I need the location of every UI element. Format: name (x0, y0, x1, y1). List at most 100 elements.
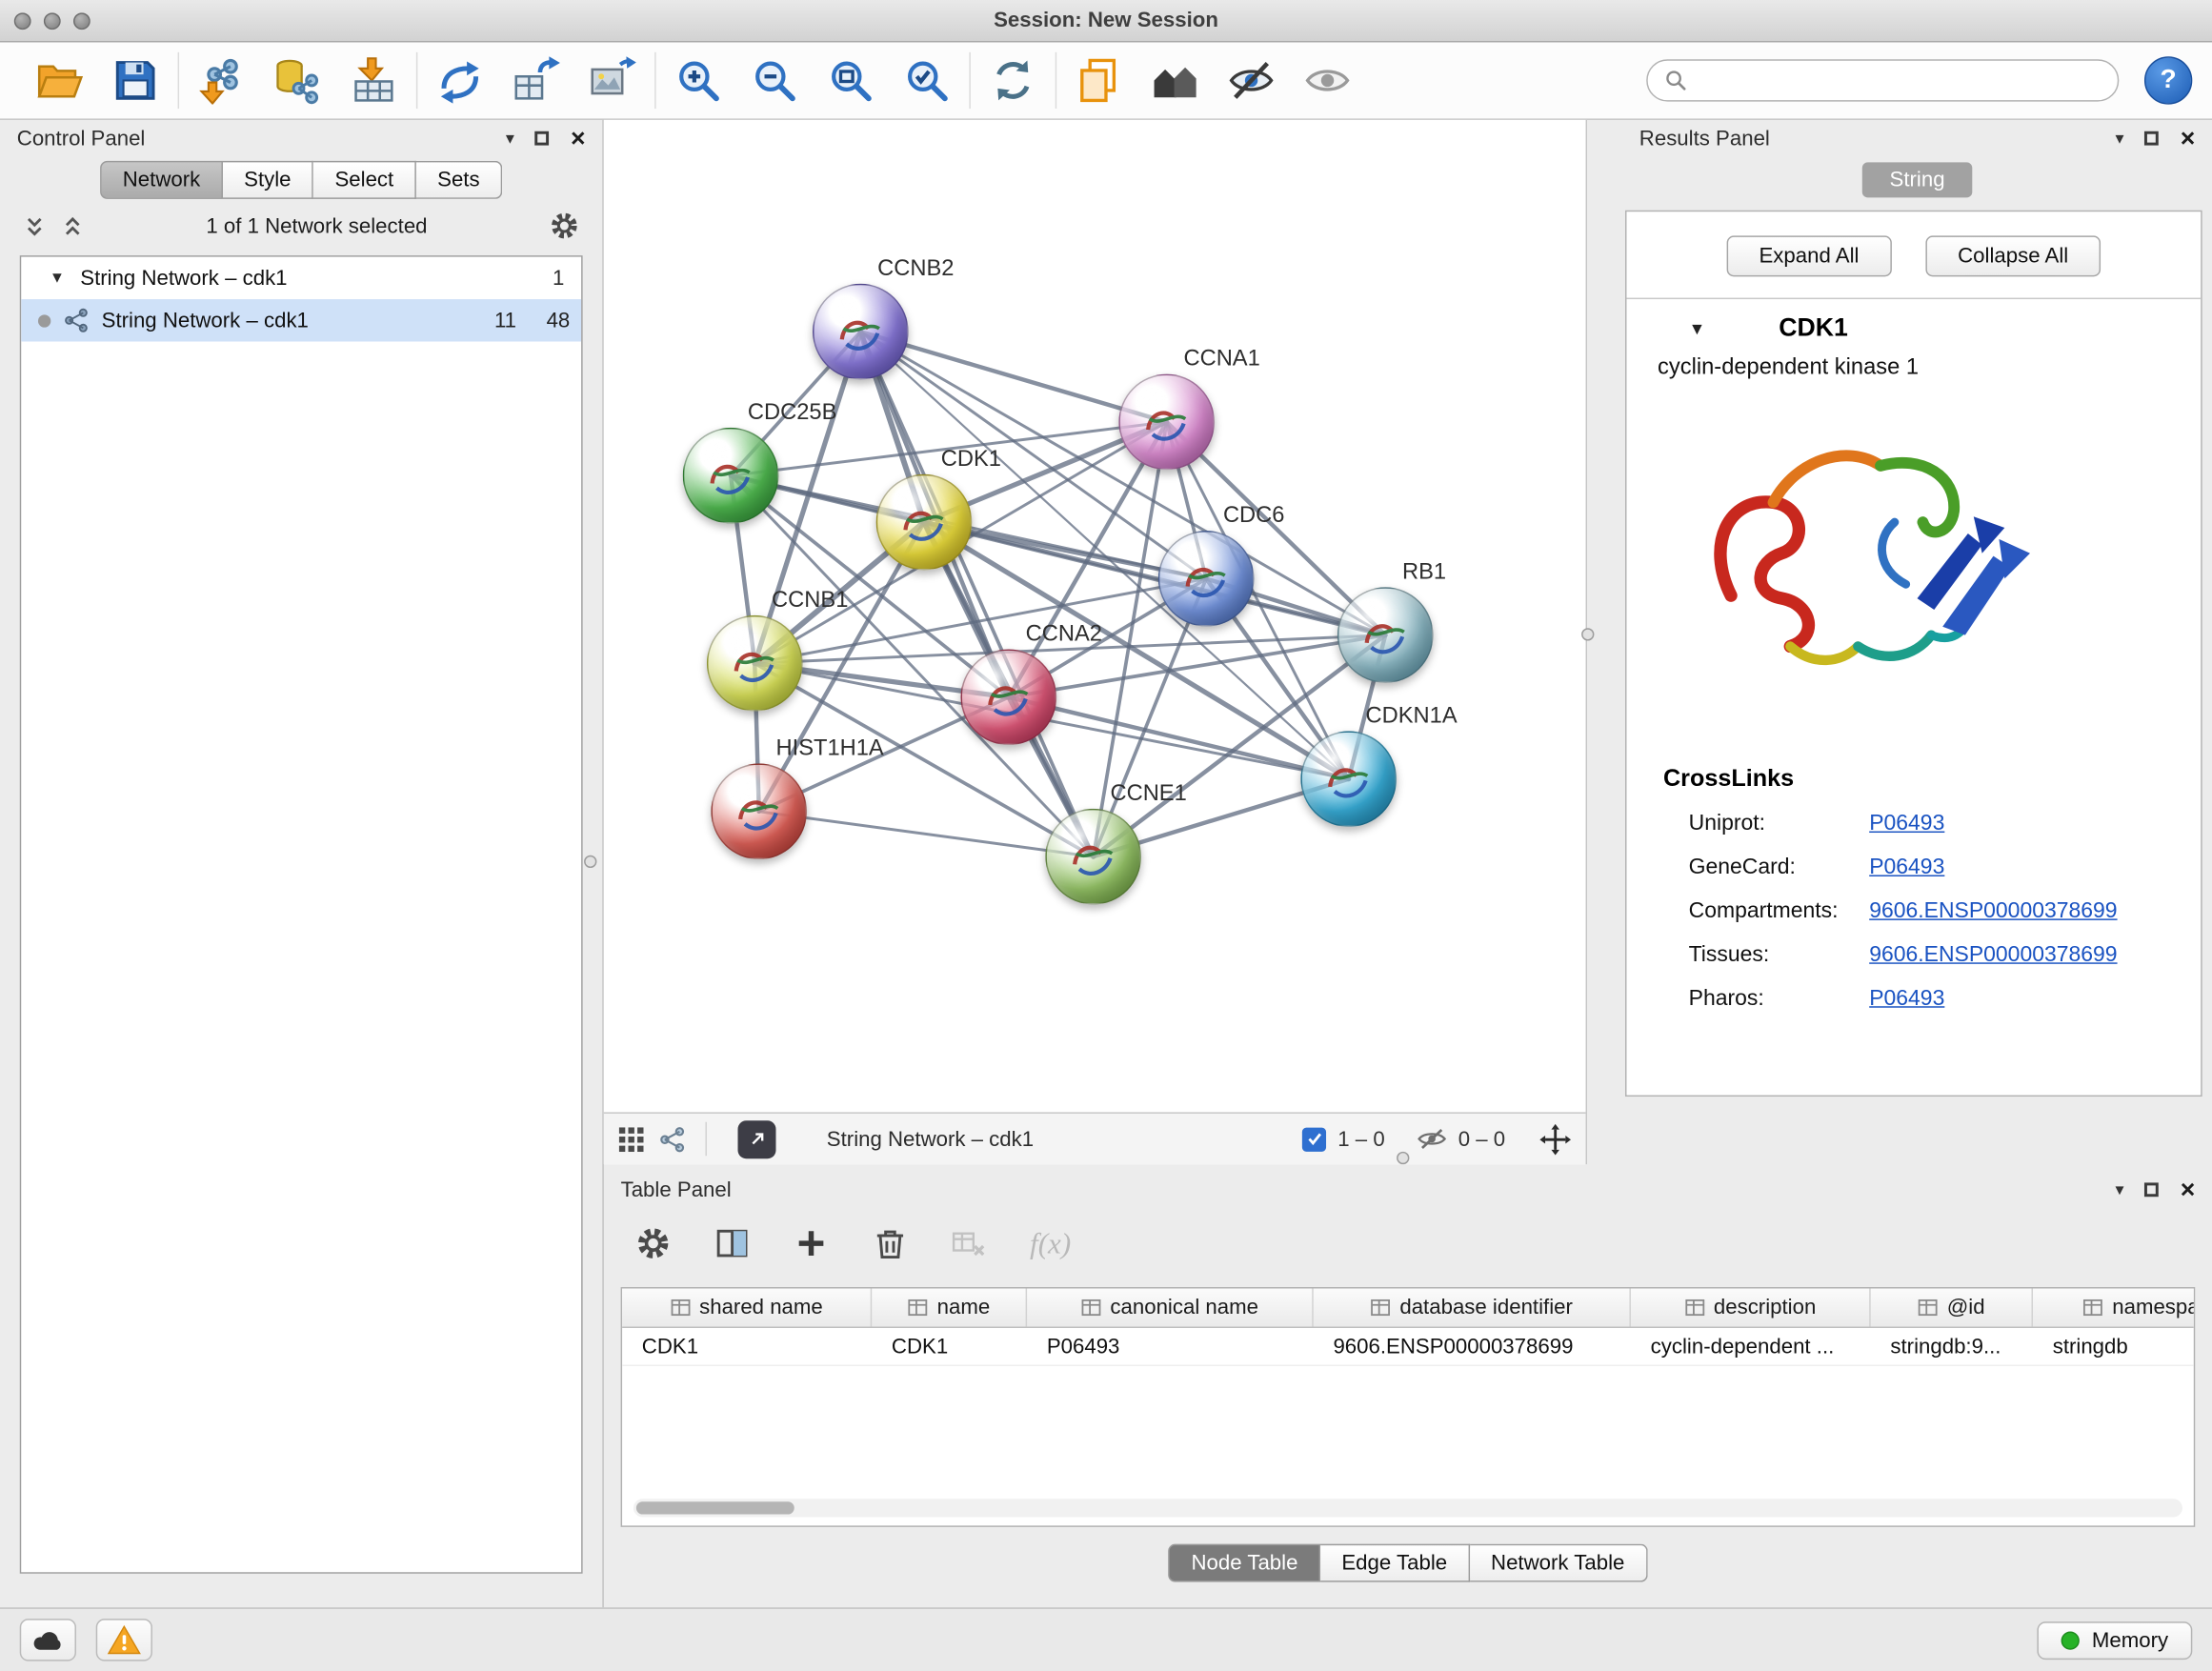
network-edge[interactable] (759, 812, 1094, 856)
panel-float-icon[interactable] (535, 131, 550, 146)
table-row[interactable]: CDK1CDK1P064939606.ENSP00000378699cyclin… (622, 1328, 2194, 1366)
network-node-cdc6[interactable] (1158, 531, 1255, 627)
crosslink-link[interactable]: 9606.ENSP00000378699 (1869, 898, 2117, 924)
tab-select[interactable]: Select (313, 161, 416, 199)
right-splitter-handle[interactable] (1581, 628, 1594, 640)
network-node-cdc25b[interactable] (683, 428, 779, 524)
help-button[interactable]: ? (2144, 56, 2192, 104)
expand-all-networks-icon[interactable] (61, 213, 85, 237)
panel-menu-icon[interactable]: ▾ (2116, 1181, 2124, 1198)
table-column-header[interactable]: database identifier (1314, 1289, 1631, 1327)
show-all-button[interactable] (1295, 50, 1359, 111)
hidden-eye-icon[interactable] (1416, 1123, 1447, 1155)
network-options-gear-icon[interactable] (549, 211, 580, 242)
memory-button[interactable]: Memory (2037, 1621, 2192, 1659)
panel-close-icon[interactable]: × (571, 126, 586, 151)
close-window-button[interactable] (14, 12, 31, 30)
vertical-splitter[interactable] (1587, 120, 1622, 1164)
table-cell[interactable]: stringdb (2033, 1328, 2195, 1365)
open-session-button[interactable] (27, 50, 91, 111)
import-network-file-button[interactable] (189, 50, 253, 111)
import-network-database-button[interactable] (265, 50, 330, 111)
network-overview-button[interactable] (659, 1125, 686, 1152)
minimize-window-button[interactable] (44, 12, 61, 30)
function-builder-button[interactable]: f(x) (1030, 1226, 1071, 1261)
network-canvas[interactable]: CCNB2CCNA1CDC25BCDK1CDC6RB1CCNB1CCNA2CDK… (604, 120, 1586, 1112)
home-button[interactable] (1143, 50, 1208, 111)
crosslink-link[interactable]: P06493 (1869, 986, 1944, 1012)
panel-float-icon[interactable] (2145, 131, 2160, 146)
panel-menu-icon[interactable]: ▾ (2116, 130, 2124, 147)
grid-view-button[interactable] (618, 1125, 645, 1152)
table-cell[interactable]: CDK1 (622, 1328, 872, 1365)
panel-menu-icon[interactable]: ▾ (506, 130, 514, 147)
open-in-window-button[interactable] (738, 1119, 776, 1158)
table-column-header[interactable]: shared name (622, 1289, 872, 1327)
network-edge[interactable] (860, 332, 1093, 856)
table-column-header[interactable]: canonical name (1027, 1289, 1314, 1327)
table-column-header[interactable]: @id (1871, 1289, 2033, 1327)
collection-expand-icon[interactable]: ▼ (50, 270, 65, 287)
collapse-all-button[interactable]: Collapse All (1925, 235, 2101, 276)
tab-network[interactable]: Network (100, 161, 223, 199)
scrollbar-thumb[interactable] (636, 1501, 794, 1514)
save-session-button[interactable] (103, 50, 168, 111)
crosslink-link[interactable]: P06493 (1869, 811, 1944, 836)
search-input[interactable] (1699, 69, 2101, 92)
clone-network-button[interactable] (504, 50, 569, 111)
tab-node-table[interactable]: Node Table (1169, 1544, 1320, 1582)
table-column-header[interactable]: name (872, 1289, 1027, 1327)
tab-string[interactable]: String (1862, 162, 1971, 197)
table-settings-button[interactable] (634, 1225, 672, 1262)
network-node-cdkn1a[interactable] (1300, 731, 1397, 827)
network-node-ccnb1[interactable] (707, 615, 803, 712)
expand-all-button[interactable]: Expand All (1726, 235, 1891, 276)
network-node-ccna1[interactable] (1118, 374, 1215, 471)
tab-sets[interactable]: Sets (416, 161, 502, 199)
table-horizontal-scrollbar[interactable] (633, 1499, 2182, 1517)
tab-style[interactable]: Style (223, 161, 313, 199)
zoom-in-button[interactable] (666, 50, 731, 111)
network-node-ccna2[interactable] (960, 649, 1056, 745)
crosslink-link[interactable]: 9606.ENSP00000378699 (1869, 942, 2117, 968)
network-node-hist1h1a[interactable] (711, 763, 807, 859)
zoom-selected-button[interactable] (895, 50, 959, 111)
network-node-cdk1[interactable] (876, 474, 973, 571)
crosslink-link[interactable]: P06493 (1869, 855, 1944, 880)
fit-selected-button[interactable] (1539, 1122, 1572, 1155)
table-cell[interactable]: CDK1 (872, 1328, 1027, 1365)
table-cell[interactable]: stringdb:9... (1871, 1328, 2033, 1365)
delete-table-button[interactable] (951, 1226, 988, 1260)
table-cell[interactable]: cyclin-dependent ... (1631, 1328, 1871, 1365)
table-column-header[interactable]: namespace (2033, 1289, 2195, 1327)
table-cell[interactable]: 9606.ENSP00000378699 (1314, 1328, 1631, 1365)
table-cell[interactable]: P06493 (1027, 1328, 1314, 1365)
panel-close-icon[interactable]: × (2181, 1177, 2196, 1202)
zoom-out-button[interactable] (742, 50, 807, 111)
network-node-ccne1[interactable] (1045, 809, 1141, 905)
network-node-ccnb2[interactable] (813, 284, 909, 380)
tab-edge-table[interactable]: Edge Table (1320, 1544, 1470, 1582)
selected-checkbox-icon[interactable] (1302, 1127, 1326, 1151)
panel-float-icon[interactable] (2145, 1182, 2160, 1197)
table-column-header[interactable]: description (1631, 1289, 1871, 1327)
export-image-button[interactable] (580, 50, 645, 111)
refresh-layout-button[interactable] (980, 50, 1045, 111)
select-columns-button[interactable] (714, 1225, 751, 1262)
left-splitter-handle[interactable] (584, 856, 596, 868)
panel-close-icon[interactable]: × (2181, 126, 2196, 151)
zoom-fit-button[interactable] (818, 50, 883, 111)
copy-document-button[interactable] (1067, 50, 1132, 111)
bottom-splitter-handle[interactable] (1397, 1152, 1409, 1164)
warnings-button[interactable] (96, 1619, 152, 1661)
gene-collapse-icon[interactable]: ▼ (1689, 318, 1706, 338)
tab-network-table[interactable]: Network Table (1470, 1544, 1647, 1582)
zoom-window-button[interactable] (73, 12, 90, 30)
delete-column-button[interactable] (872, 1225, 909, 1262)
network-node-rb1[interactable] (1337, 587, 1434, 683)
add-column-button[interactable] (793, 1225, 830, 1262)
hide-selected-button[interactable] (1218, 50, 1283, 111)
cloud-button[interactable] (20, 1619, 76, 1661)
network-from-selection-button[interactable] (428, 50, 493, 111)
import-table-button[interactable] (341, 50, 406, 111)
